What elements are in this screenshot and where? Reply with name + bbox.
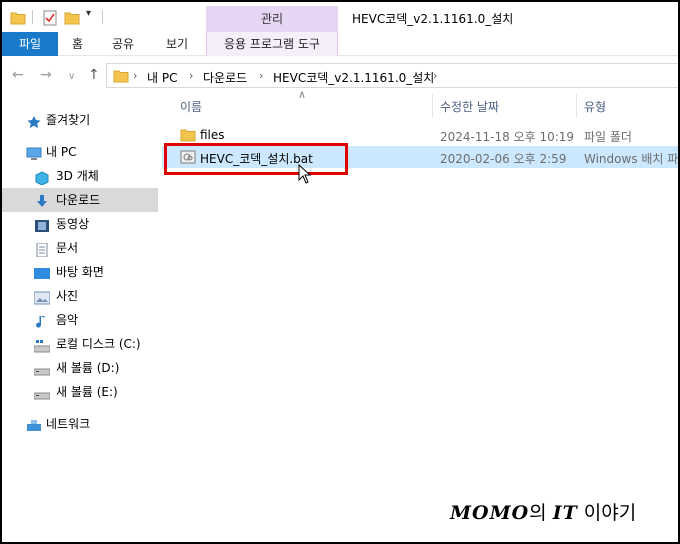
computer-icon — [26, 145, 42, 160]
sidebar-item-label: 내 PC — [46, 145, 77, 159]
picture-icon — [33, 289, 51, 305]
system-drive-icon — [33, 337, 51, 353]
sidebar-item-label: 음악 — [56, 313, 79, 327]
breadcrumb-downloads[interactable]: 다운로드 — [203, 69, 247, 86]
sidebar-item-label: 3D 개체 — [56, 169, 99, 183]
sidebar-item-3d-objects[interactable]: 3D 개체 — [2, 164, 158, 188]
sidebar-item-this-pc[interactable]: 내 PC — [2, 140, 158, 164]
folder-icon — [113, 68, 129, 87]
address-row: ← → ∨ ↑ › 내 PC › 다운로드 › HEVC코덱_v2.1.1161… — [2, 62, 678, 90]
breadcrumb-current-folder[interactable]: HEVC코덱_v2.1.1161.0_설치 — [273, 69, 434, 86]
mouse-cursor-icon — [298, 163, 312, 187]
sidebar-item-documents[interactable]: 문서 — [2, 236, 158, 260]
file-type: Windows 배치 파일 — [584, 152, 680, 166]
sidebar-item-downloads[interactable]: 다운로드 — [2, 188, 158, 212]
tab-share[interactable]: 공유 — [112, 32, 134, 56]
file-type: 파일 폴더 — [584, 130, 632, 144]
sidebar-item-label: 네트워크 — [46, 417, 91, 431]
sidebar-item-network[interactable]: 네트워크 — [2, 412, 158, 436]
tab-file[interactable]: 파일 — [2, 32, 58, 56]
column-header-name[interactable]: 이름 — [180, 98, 202, 115]
sidebar-item-label: 로컬 디스크 (C:) — [56, 337, 141, 351]
video-icon — [34, 217, 50, 232]
address-bar[interactable]: › 내 PC › 다운로드 › HEVC코덱_v2.1.1161.0_설치 › — [106, 63, 678, 88]
sidebar-item-pictures[interactable]: 사진 — [2, 284, 158, 308]
column-divider[interactable] — [576, 94, 577, 118]
sidebar-item-label: 바탕 화면 — [56, 265, 104, 279]
sidebar-item-label: 사진 — [56, 289, 79, 303]
sidebar-item-local-disk-c[interactable]: 로컬 디스크 (C:) — [2, 332, 158, 356]
breadcrumb-this-pc[interactable]: 내 PC — [147, 69, 177, 86]
sidebar-item-label: 다운로드 — [56, 193, 101, 207]
folder-icon[interactable] — [10, 10, 26, 29]
file-modified: 2024-11-18 오후 10:19 — [440, 130, 575, 144]
document-icon — [34, 241, 50, 258]
sidebar-item-volume-d[interactable]: 새 볼륨 (D:) — [2, 356, 158, 380]
breadcrumb-chevron-icon[interactable]: › — [189, 69, 193, 82]
star-icon — [26, 113, 42, 128]
recent-locations-icon[interactable]: ∨ — [68, 70, 75, 84]
back-arrow-icon[interactable]: ← — [12, 68, 24, 82]
sidebar-item-label: 새 볼륨 (D:) — [56, 361, 120, 375]
up-arrow-icon[interactable]: ↑ — [88, 68, 100, 82]
explorer-window: ▾ 관리 HEVC코덱_v2.1.1161.0_설치 파일 홈 공유 보기 응용… — [0, 0, 680, 544]
sidebar-item-desktop[interactable]: 바탕 화면 — [2, 260, 158, 284]
file-modified: 2020-02-06 오후 2:59 — [440, 152, 567, 166]
cube-icon — [34, 169, 50, 186]
watermark: MOMO의 IT 이야기 — [450, 498, 636, 525]
navigation-pane: 즐겨찾기 내 PC 3D 개체 다운로드 동영상 문서 바탕 화면 사진 음악 … — [2, 94, 158, 542]
ribbon-tabs: 파일 홈 공유 보기 응용 프로그램 도구 — [2, 32, 678, 56]
breadcrumb-chevron-icon[interactable]: › — [433, 69, 437, 82]
network-icon — [26, 417, 42, 431]
sidebar-item-label: 동영상 — [56, 217, 90, 231]
drive-icon — [33, 361, 51, 376]
breadcrumb-chevron-icon[interactable]: › — [259, 69, 263, 82]
sidebar-item-volume-e[interactable]: 새 볼륨 (E:) — [2, 380, 158, 404]
tab-view[interactable]: 보기 — [166, 32, 188, 56]
column-divider[interactable] — [432, 94, 433, 118]
watermark-it: IT — [552, 502, 578, 524]
watermark-middle: 의 — [529, 502, 553, 524]
sidebar-item-music[interactable]: 음악 — [2, 308, 158, 332]
highlight-box — [164, 143, 348, 175]
desktop-icon — [34, 265, 50, 279]
window-title: HEVC코덱_v2.1.1161.0_설치 — [352, 12, 514, 26]
tab-app-tools[interactable]: 응용 프로그램 도구 — [206, 32, 338, 56]
customize-quick-access-icon[interactable]: ▾ — [86, 8, 91, 19]
tab-home[interactable]: 홈 — [72, 32, 83, 56]
quick-access-divider — [32, 10, 33, 24]
drive-icon — [33, 385, 51, 400]
sidebar-item-label: 문서 — [56, 241, 79, 255]
forward-arrow-icon[interactable]: → — [40, 68, 52, 82]
sort-ascending-icon: ∧ — [298, 88, 307, 101]
tab-manage[interactable]: 관리 — [206, 6, 338, 32]
download-icon — [34, 193, 50, 207]
music-icon — [34, 313, 50, 328]
new-folder-icon[interactable] — [64, 10, 80, 29]
sidebar-item-label: 새 볼륨 (E:) — [56, 385, 118, 399]
file-name: files — [200, 128, 225, 142]
properties-icon[interactable] — [42, 10, 58, 29]
column-header-modified[interactable]: 수정한 날짜 — [440, 98, 499, 115]
watermark-brand: MOMO — [450, 502, 530, 524]
sidebar-item-label: 즐겨찾기 — [46, 113, 91, 127]
sidebar-item-videos[interactable]: 동영상 — [2, 212, 158, 236]
quick-access-divider — [102, 10, 103, 24]
column-header-type[interactable]: 유형 — [584, 98, 606, 115]
sidebar-item-quick-access[interactable]: 즐겨찾기 — [2, 108, 158, 132]
breadcrumb-chevron-icon[interactable]: › — [133, 69, 137, 82]
title-bar: ▾ 관리 HEVC코덱_v2.1.1161.0_설치 — [2, 2, 678, 32]
watermark-suffix: 이야기 — [577, 502, 637, 524]
